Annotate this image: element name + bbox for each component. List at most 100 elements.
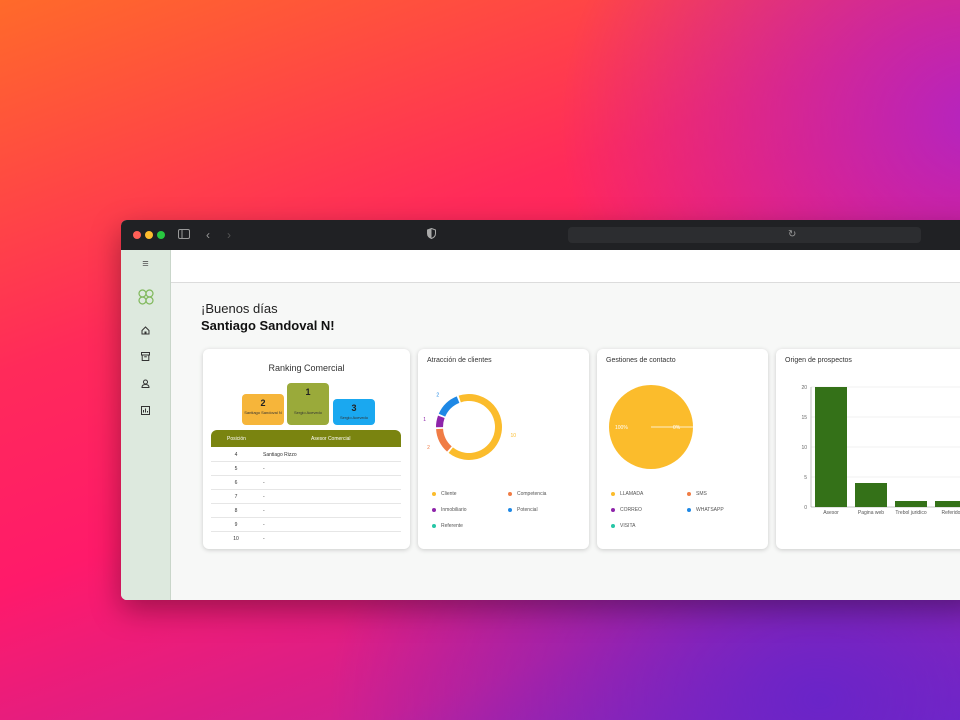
- podium-position: 3: [351, 403, 357, 413]
- browser-window: ‹ › ↻ ≡ ¡Buenos días Santiago Sandoval N…: [121, 220, 960, 600]
- table-row: 8-: [211, 504, 401, 518]
- clover-logo-icon: [121, 288, 170, 310]
- legend-label: SMS: [696, 491, 707, 497]
- table-row: 7-: [211, 490, 401, 504]
- row-position: 10: [233, 536, 239, 542]
- legend-label: Competencia: [517, 491, 547, 497]
- donut-slice-competencia[interactable]: [436, 428, 452, 452]
- row-advisor: -: [263, 480, 265, 486]
- legend-label: Potencial: [517, 507, 538, 513]
- app-sidebar: ≡: [121, 250, 171, 600]
- close-window-button[interactable]: [133, 231, 141, 239]
- dashboard-content: ¡Buenos días Santiago Sandoval N! Rankin…: [171, 283, 960, 600]
- advisor-column-header: Asesor Comercial: [311, 436, 351, 442]
- bar-trebol-juridico[interactable]: [895, 501, 927, 507]
- podium-position: 1: [305, 387, 311, 397]
- table-row: 6-: [211, 476, 401, 490]
- greeting-user-name: Santiago Sandoval N!: [201, 318, 335, 333]
- podium-advisor-name: Sergio Acevedo: [293, 410, 323, 415]
- y-tick-label: 15: [801, 415, 807, 421]
- row-advisor: -: [263, 494, 265, 500]
- archive-icon[interactable]: [121, 352, 170, 365]
- position-column-header: Posición: [227, 436, 246, 442]
- podium-advisor-name: Santiago Sandoval N: [244, 410, 282, 415]
- legend-item-cliente[interactable]: Cliente: [432, 491, 457, 497]
- legend-label: WHATSAPP: [696, 507, 724, 513]
- browser-titlebar: ‹ › ↻: [121, 220, 960, 250]
- ranking-table-header: Posición Asesor Comercial: [211, 430, 401, 447]
- forward-icon[interactable]: ›: [227, 228, 231, 242]
- legend-item-visita[interactable]: VISITA: [611, 523, 635, 529]
- bar-asesor[interactable]: [815, 387, 847, 507]
- atraccion-card: Atracción de clientes 10 2 1 2 Cliente Comp…: [418, 349, 589, 549]
- podium-third: 3 Sergio Acevedo: [333, 399, 375, 425]
- row-position: 8: [234, 508, 238, 514]
- origen-title: Origen de prospectos: [785, 357, 852, 364]
- y-tick-label: 20: [801, 385, 807, 391]
- legend-item-whatsapp[interactable]: WHATSAPP: [687, 507, 724, 513]
- legend-item-correo[interactable]: CORREO: [611, 507, 642, 513]
- pie-data-label: 0%: [673, 425, 681, 431]
- y-tick-label: 0: [804, 505, 807, 511]
- legend-item-sms[interactable]: SMS: [687, 491, 707, 497]
- row-advisor: Santiago Rizzo: [263, 452, 297, 458]
- legend-item-inmobiliario[interactable]: Inmobiliario: [432, 507, 467, 513]
- row-advisor: -: [263, 536, 265, 542]
- legend-item-competencia[interactable]: Competencia: [508, 491, 546, 497]
- legend-label: VISITA: [620, 523, 636, 529]
- app-topbar: [171, 250, 960, 283]
- legend-label: Inmobiliario: [441, 507, 467, 513]
- row-advisor: -: [263, 522, 265, 528]
- user-icon[interactable]: [121, 379, 170, 392]
- podium-second: 2 Santiago Sandoval N: [242, 394, 284, 425]
- pie-data-label: 100%: [615, 425, 628, 431]
- back-icon[interactable]: ‹: [206, 228, 210, 242]
- ranking-card: Ranking Comercial 2 Santiago Sandoval N …: [203, 349, 410, 549]
- legend-item-referente[interactable]: Referente: [432, 523, 463, 529]
- y-tick-label: 5: [804, 475, 807, 481]
- x-tick-label: Referido: [942, 510, 960, 516]
- bar-pagina-web[interactable]: [855, 483, 887, 507]
- greeting-line: ¡Buenos días: [201, 301, 278, 316]
- table-row: 10 -: [211, 532, 401, 545]
- podium-position: 2: [260, 398, 266, 408]
- bar-referido[interactable]: [935, 501, 960, 507]
- gestiones-title: Gestiones de contacto: [606, 357, 676, 364]
- legend-label: LLAMADA: [620, 491, 644, 497]
- origen-bar-chart: 0 5 10 15 20 Asesor Pagina web Trebol juridico R…: [801, 385, 960, 516]
- x-tick-label: Trebol juridico: [895, 510, 926, 516]
- x-tick-label: Pagina web: [858, 510, 884, 516]
- table-row: 5-: [211, 462, 401, 476]
- y-tick-label: 10: [801, 445, 807, 451]
- reload-icon[interactable]: ↻: [788, 228, 796, 242]
- report-icon[interactable]: [121, 406, 170, 419]
- row-position: 5: [234, 466, 238, 472]
- minimize-window-button[interactable]: [145, 231, 153, 239]
- podium-advisor-name: Sergio Acevedo: [339, 415, 369, 420]
- atraccion-title: Atracción de clientes: [427, 357, 492, 364]
- legend-item-potencial[interactable]: Potencial: [508, 507, 538, 513]
- sidebar-toggle-icon[interactable]: [178, 228, 190, 242]
- gestiones-pie-chart: 100% 0%: [609, 385, 699, 469]
- legend-label: Referente: [441, 523, 463, 529]
- row-position: 4: [234, 452, 238, 458]
- home-icon[interactable]: [121, 326, 170, 339]
- maximize-window-button[interactable]: [157, 231, 165, 239]
- donut-data-label: 1: [423, 417, 426, 423]
- legend-item-llamada[interactable]: LLAMADA: [611, 491, 643, 497]
- legend-label: CORREO: [620, 507, 642, 513]
- donut-data-label: 2: [427, 445, 430, 451]
- row-advisor: -: [263, 508, 265, 514]
- table-row: 9-: [211, 518, 401, 532]
- donut-slice-inmobiliario[interactable]: [436, 415, 445, 428]
- address-bar[interactable]: [568, 227, 921, 243]
- donut-data-label: 10: [511, 433, 517, 439]
- legend-label: Cliente: [441, 491, 457, 497]
- shield-icon[interactable]: [427, 227, 436, 242]
- hamburger-menu-icon[interactable]: ≡: [121, 258, 170, 270]
- donut-data-label: 2: [436, 393, 439, 399]
- atraccion-donut-chart: 10 2 1 2: [423, 393, 517, 460]
- row-position: 6: [234, 480, 238, 486]
- donut-slice-potencial[interactable]: [438, 396, 460, 417]
- origen-card: Origen de prospectos 0 5 10 15 20 Asesor Pagin…: [776, 349, 960, 549]
